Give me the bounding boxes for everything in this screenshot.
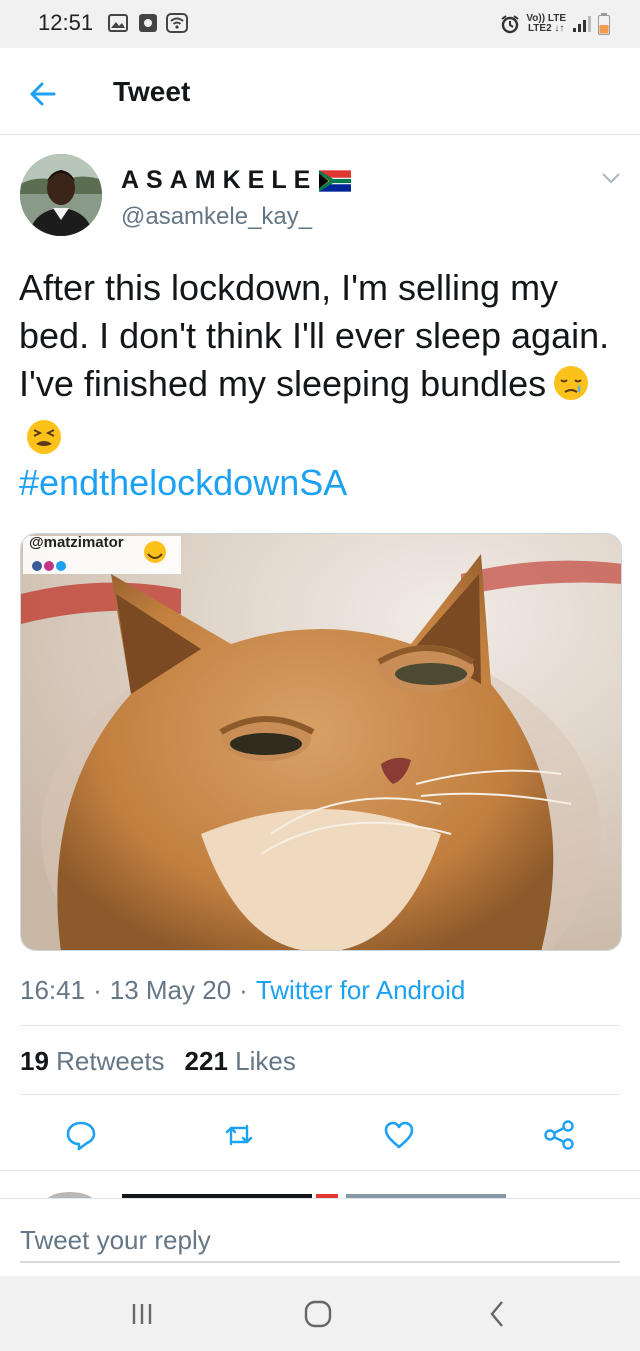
app-icon	[139, 14, 157, 32]
chevron-down-icon[interactable]	[598, 168, 624, 188]
tweet-media-image[interactable]: @matzimator	[20, 533, 622, 951]
signal-icon	[573, 16, 591, 32]
south-africa-flag-icon	[319, 169, 352, 192]
retweet-icon[interactable]	[222, 1118, 256, 1152]
alarm-icon	[501, 15, 519, 34]
divider	[0, 1170, 640, 1171]
media-watermark: @matzimator	[29, 534, 124, 551]
heart-icon[interactable]	[382, 1118, 416, 1152]
system-navigation-bar	[0, 1276, 640, 1351]
battery-icon	[598, 13, 610, 35]
display-name-text: ASAMKELE	[121, 166, 318, 194]
page-title: Tweet	[113, 76, 191, 107]
network-type-bottom: LTE2 ↓↑	[527, 23, 565, 34]
divider	[20, 1094, 620, 1095]
share-icon[interactable]	[542, 1118, 576, 1152]
retweets-stat[interactable]: 19 Retweets	[20, 1046, 165, 1077]
status-time: 12:51	[38, 10, 94, 35]
home-icon[interactable]	[300, 1298, 336, 1330]
tweet-meta: 16:41 · 13 May 20 · Twitter for Android	[20, 975, 465, 1006]
wifi-icon	[166, 13, 188, 33]
tweet-stats: 19 Retweets 221 Likes	[20, 1046, 296, 1077]
avatar[interactable]	[20, 154, 102, 236]
meta-separator: ·	[93, 975, 102, 1005]
display-name[interactable]: ASAMKELE	[121, 166, 352, 195]
tired-face-emoji-icon	[25, 418, 63, 468]
app-header: Tweet	[0, 48, 640, 135]
meta-separator: ·	[239, 975, 248, 1005]
network-type: Vo)) LTE LTE2 ↓↑	[526, 14, 566, 34]
gallery-icon	[108, 14, 128, 32]
arrow-left-icon[interactable]	[24, 76, 64, 112]
user-handle[interactable]: @asamkele_kay_	[121, 203, 312, 231]
tweet-text: After this lockdown, I'm selling my bed.…	[19, 264, 619, 468]
back-nav-icon[interactable]	[480, 1298, 516, 1330]
tweet-time: 16:41	[20, 975, 86, 1005]
likes-label: Likes	[235, 1046, 296, 1076]
tweet-actions	[0, 1110, 640, 1160]
hashtag-link[interactable]: #endthelockdownSA	[19, 462, 347, 504]
reply-icon[interactable]	[64, 1118, 98, 1152]
crying-face-emoji-icon	[552, 364, 590, 414]
tweet-text-content: After this lockdown, I'm selling my bed.…	[19, 267, 610, 404]
likes-count: 221	[184, 1046, 228, 1076]
status-bar: 12:51 Vo)) LTE LTE2 ↓↑	[0, 0, 640, 48]
retweets-label: Retweets	[56, 1046, 165, 1076]
reply-bar	[0, 1198, 640, 1276]
reply-input[interactable]	[20, 1219, 620, 1263]
status-right-icons: Vo)) LTE LTE2 ↓↑	[500, 10, 610, 38]
likes-stat[interactable]: 221 Likes	[185, 1046, 296, 1077]
divider	[20, 1025, 620, 1026]
recent-apps-icon[interactable]	[124, 1298, 160, 1330]
tweet-source-link[interactable]: Twitter for Android	[256, 975, 466, 1006]
retweets-count: 19	[20, 1046, 49, 1076]
next-reply-preview	[0, 1172, 640, 1198]
tweet-date: 13 May 20	[109, 975, 232, 1005]
